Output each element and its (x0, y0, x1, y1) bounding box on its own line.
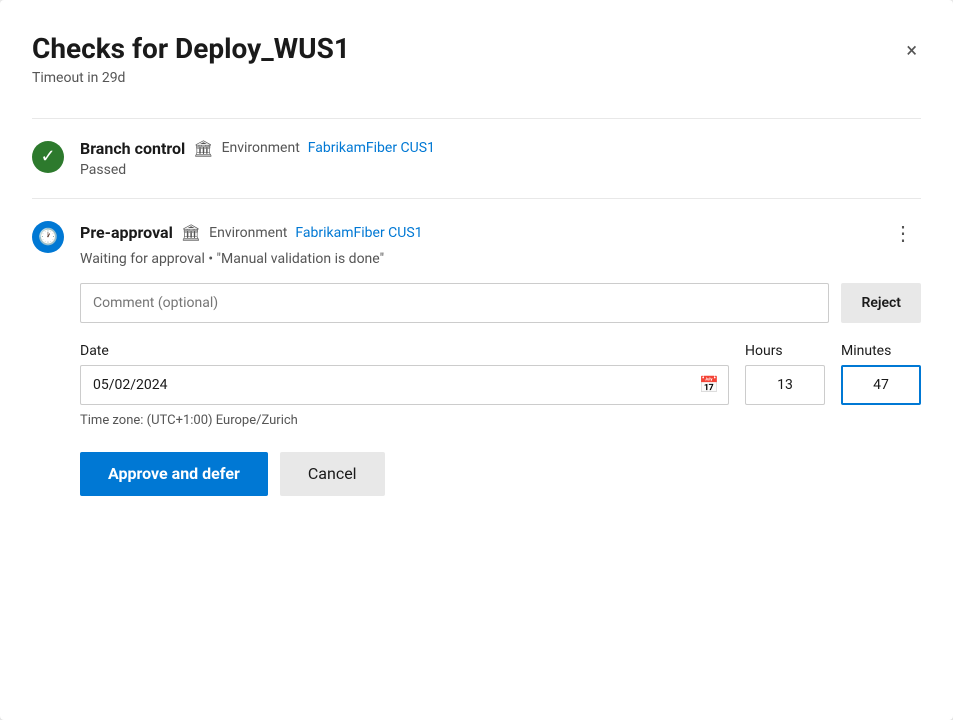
branch-control-title-row: Branch control 🏛 Environment FabrikamFib… (80, 139, 921, 158)
action-buttons-row: Approve and defer Cancel (80, 452, 921, 496)
pre-approval-content: Pre-approval 🏛 Environment FabrikamFiber… (80, 219, 921, 496)
comment-reject-row: Reject (80, 283, 921, 323)
comment-input[interactable] (80, 283, 829, 323)
approval-form: Reject Date 📅 Hours (80, 283, 921, 496)
branch-env-prefix: Environment (222, 140, 300, 156)
modal-title: Checks for Deploy_WUS1 (32, 32, 350, 66)
pre-approval-section: 🕐 Pre-approval 🏛 Environment FabrikamFib… (32, 198, 921, 516)
date-field-group: Date 📅 (80, 343, 729, 405)
pre-approval-status: Waiting for approval • "Manual validatio… (80, 251, 921, 267)
cancel-button[interactable]: Cancel (280, 452, 385, 496)
pre-approval-actions: ⋮ (885, 219, 921, 247)
modal-header: Checks for Deploy_WUS1 Timeout in 29d × (32, 32, 921, 86)
minutes-input[interactable] (841, 365, 921, 405)
clock-icon: 🕐 (32, 221, 64, 253)
branch-control-name: Branch control (80, 139, 185, 158)
modal-subtitle: Timeout in 29d (32, 70, 350, 86)
more-options-button[interactable]: ⋮ (885, 219, 921, 247)
title-block: Checks for Deploy_WUS1 Timeout in 29d (32, 32, 350, 86)
modal: Checks for Deploy_WUS1 Timeout in 29d × … (0, 0, 953, 720)
branch-control-section: ✓ Branch control 🏛 Environment FabrikamF… (32, 118, 921, 198)
branch-control-content: Branch control 🏛 Environment FabrikamFib… (80, 139, 921, 178)
pre-approval-name: Pre-approval (80, 223, 173, 242)
date-label: Date (80, 343, 729, 359)
hours-input[interactable] (745, 365, 825, 405)
date-input[interactable] (80, 365, 729, 405)
pre-approval-title-row: Pre-approval 🏛 Environment FabrikamFiber… (80, 219, 921, 247)
pre-approval-env-prefix: Environment (209, 225, 287, 241)
approve-defer-button[interactable]: Approve and defer (80, 452, 268, 496)
timezone-text: Time zone: (UTC+1:00) Europe/Zurich (80, 413, 921, 428)
pre-approval-env-link[interactable]: FabrikamFiber CUS1 (295, 225, 422, 241)
branch-env-link[interactable]: FabrikamFiber CUS1 (308, 140, 435, 156)
hours-field-group: Hours (745, 343, 825, 405)
passed-icon: ✓ (32, 141, 64, 173)
hours-label: Hours (745, 343, 825, 359)
date-time-row: Date 📅 Hours Minutes (80, 343, 921, 405)
pre-approval-env-icon: 🏛 (181, 223, 201, 242)
minutes-label: Minutes (841, 343, 921, 359)
date-input-wrapper: 📅 (80, 365, 729, 405)
branch-control-status: Passed (80, 162, 921, 178)
branch-env-icon: 🏛 (193, 139, 213, 158)
reject-button[interactable]: Reject (841, 283, 921, 323)
minutes-field-group: Minutes (841, 343, 921, 405)
close-button[interactable]: × (902, 36, 921, 64)
